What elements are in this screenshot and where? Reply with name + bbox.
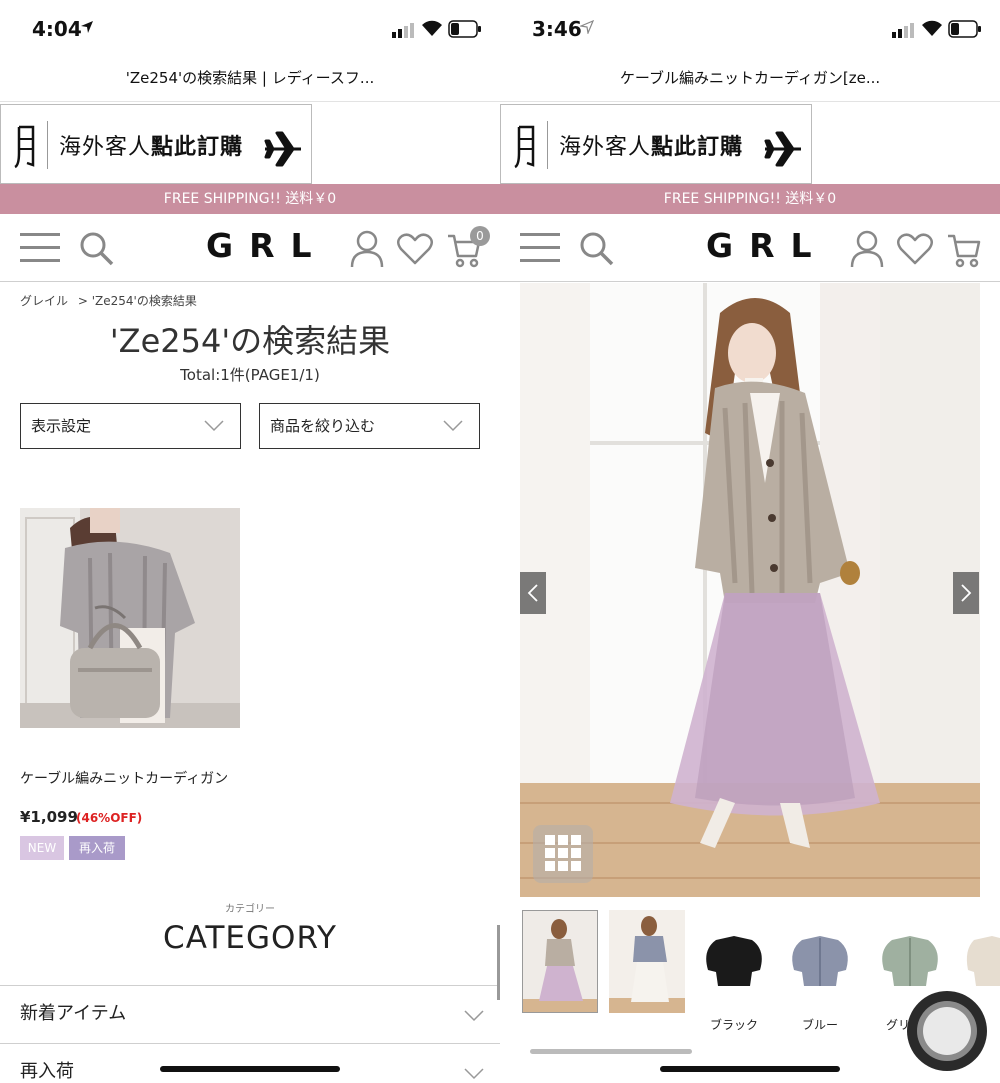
free-shipping-bar: FREE SHIPPING!! 送料￥0 — [500, 184, 1000, 214]
banner-text: 海外客人點此訂購 — [559, 129, 743, 161]
banner-text-bold: 點此訂購 — [651, 135, 744, 160]
color-swatch-blue[interactable] — [780, 910, 860, 1013]
chevron-down-icon — [204, 420, 224, 432]
chevron-down-icon — [464, 1068, 484, 1080]
banner-text-plain: 海外客人 — [59, 135, 152, 160]
banner-divider — [547, 121, 548, 169]
airplane-icon — [264, 131, 301, 167]
result-total: Total:1件(PAGE1/1) — [180, 366, 320, 384]
display-settings-dropdown[interactable]: 表示設定 — [20, 403, 241, 449]
filter-products-label: 商品を絞り込む — [270, 417, 376, 435]
category-row-label: 再入荷 — [20, 1061, 74, 1082]
airplane-icon — [764, 131, 801, 167]
page-title-bar[interactable]: ケーブル編みニットカーディガン[ze... — [500, 60, 1000, 102]
model-photo — [520, 283, 980, 897]
breadcrumb-home-link[interactable]: グレイル — [20, 294, 68, 308]
favorite-heart-icon[interactable] — [397, 232, 433, 266]
breadcrumb-current: 'Ze254'の検索結果 — [91, 294, 197, 308]
assistive-touch-button[interactable] — [907, 991, 987, 1071]
horizontal-scrollbar[interactable] — [530, 1049, 692, 1054]
category-row-restock[interactable]: 再入荷 — [0, 1043, 500, 1083]
favorite-heart-icon[interactable] — [897, 232, 933, 266]
brand-mark-icon — [14, 125, 35, 169]
category-row-label: 新着アイテム — [20, 1003, 127, 1024]
thumbnail-photo — [609, 910, 685, 1013]
category-row-new-items[interactable]: 新着アイテム — [0, 985, 500, 1043]
battery-icon — [948, 20, 981, 38]
swatch-image — [694, 910, 774, 1013]
banner-divider — [47, 121, 48, 169]
next-image-button[interactable] — [953, 572, 979, 614]
assistive-touch-center — [923, 1007, 971, 1055]
wifi-icon — [422, 20, 442, 36]
color-label: ブルー — [801, 1018, 838, 1032]
grid-icon — [545, 835, 581, 871]
image-thumbnail[interactable] — [609, 910, 685, 1013]
account-icon[interactable] — [350, 230, 384, 268]
chevron-left-icon — [527, 584, 538, 602]
hamburger-menu-icon[interactable] — [520, 232, 560, 264]
thumbnail-photo — [523, 911, 597, 1012]
status-bar: 3:46 — [500, 0, 1000, 60]
cellular-signal-icon — [392, 23, 414, 38]
home-indicator[interactable] — [660, 1066, 840, 1072]
display-settings-label: 表示設定 — [31, 417, 92, 435]
site-header: GRL — [0, 214, 500, 282]
banner-text: 海外客人點此訂購 — [59, 129, 243, 161]
product-photo — [20, 508, 240, 728]
home-indicator[interactable] — [160, 1066, 340, 1072]
cart-icon[interactable] — [946, 230, 982, 268]
location-arrow-icon — [580, 20, 594, 34]
status-time: 3:46 — [532, 17, 582, 41]
overseas-order-banner[interactable]: 海外客人點此訂購 — [500, 104, 812, 184]
banner-text-plain: 海外客人 — [559, 135, 652, 160]
discount-percent: (46%OFF) — [76, 811, 143, 825]
product-detail-screen: 3:46 ケーブル編みニットカーディガン[ze... 海外客人點此訂購 FREE… — [500, 0, 1000, 1083]
grl-logo[interactable]: GRL — [690, 226, 812, 265]
banner-text-bold: 點此訂購 — [151, 135, 244, 160]
category-subtitle: カテゴリー — [225, 904, 275, 915]
image-thumbnail-selected[interactable] — [522, 910, 598, 1013]
overseas-order-banner[interactable]: 海外客人點此訂購 — [0, 104, 312, 184]
product-main-image[interactable] — [520, 283, 980, 897]
filter-products-dropdown[interactable]: 商品を絞り込む — [259, 403, 480, 449]
wifi-icon — [922, 20, 942, 36]
breadcrumb: グレイル > 'Ze254'の検索結果 — [20, 292, 197, 309]
chevron-down-icon — [464, 1010, 484, 1022]
search-icon[interactable] — [579, 231, 615, 267]
page-title: 'Ze254'の検索結果 — [109, 322, 391, 360]
site-header: GRL — [500, 214, 1000, 282]
battery-icon — [448, 20, 481, 38]
chevron-right-icon — [961, 584, 972, 602]
cart-count-badge: 0 — [470, 226, 490, 246]
search-icon[interactable] — [79, 231, 115, 267]
status-bar: 4:04 — [0, 0, 500, 60]
cellular-signal-icon — [892, 23, 914, 38]
swatch-image — [780, 910, 860, 1013]
product-thumbnail[interactable] — [20, 508, 240, 728]
chevron-down-icon — [443, 420, 463, 432]
color-label: ブラック — [709, 1018, 758, 1032]
breadcrumb-separator: > — [77, 294, 88, 308]
brand-mark-icon — [514, 125, 535, 169]
previous-image-button[interactable] — [520, 572, 546, 614]
color-swatch-black[interactable] — [694, 910, 774, 1013]
hamburger-menu-icon[interactable] — [20, 232, 60, 264]
image-grid-button[interactable] — [533, 825, 593, 883]
restock-tag: 再入荷 — [69, 836, 125, 860]
status-time: 4:04 — [32, 17, 82, 41]
page-title-bar[interactable]: 'Ze254'の検索結果 | レディースフ... — [0, 60, 500, 102]
category-heading: CATEGORY — [163, 920, 337, 956]
product-name-link[interactable]: ケーブル編みニットカーディガン — [20, 770, 235, 788]
location-arrow-icon — [81, 21, 93, 33]
product-price: ¥1,099 — [20, 808, 78, 826]
free-shipping-bar: FREE SHIPPING!! 送料￥0 — [0, 184, 500, 214]
account-icon[interactable] — [850, 230, 884, 268]
search-results-screen: 4:04 'Ze254'の検索結果 | レディースフ... 海外客人點此訂購 F… — [0, 0, 500, 1083]
new-tag: NEW — [20, 836, 64, 860]
grl-logo[interactable]: GRL — [190, 226, 312, 265]
